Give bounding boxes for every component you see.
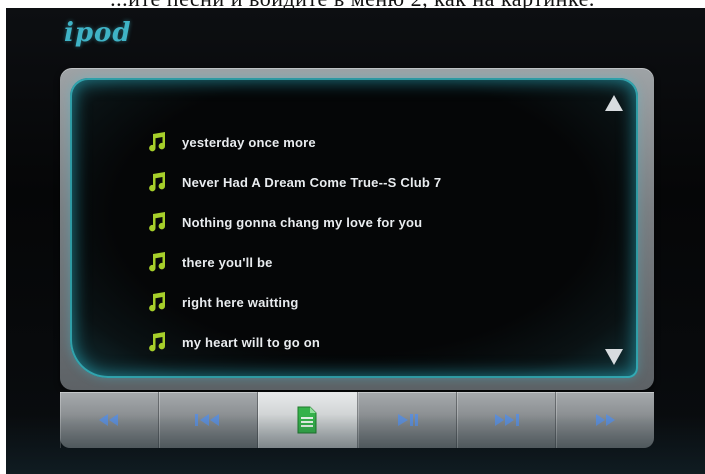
music-note-icon [146, 291, 168, 313]
song-title: yesterday once more [182, 134, 316, 150]
scroll-up-button[interactable] [604, 94, 624, 112]
app-logo: ipod [64, 18, 132, 48]
music-note-icon [146, 171, 168, 193]
song-item[interactable]: Nothing gonna chang my love for you [146, 202, 441, 242]
play-pause-icon [397, 414, 418, 426]
play-pause-button[interactable] [358, 392, 457, 448]
scroll-down-button[interactable] [604, 348, 624, 366]
music-note-icon [146, 331, 168, 353]
triangle-down-icon [605, 349, 623, 365]
playlist-button[interactable] [258, 392, 358, 448]
rewind-button[interactable] [60, 392, 160, 448]
rewind-icon [99, 414, 119, 426]
song-title: there you'll be [182, 254, 273, 270]
skip-back-icon [195, 414, 220, 426]
transport-controls [60, 392, 654, 448]
document-icon [297, 406, 317, 434]
triangle-up-icon [605, 95, 623, 111]
song-list: yesterday once more Never Had A Dream Co… [146, 122, 441, 362]
ipod-player: ipod yesterday once more Never Had A Dre… [6, 8, 705, 474]
playlist-screen: yesterday once more Never Had A Dream Co… [70, 78, 638, 378]
fast-forward-button[interactable] [556, 392, 654, 448]
song-title: Never Had A Dream Come True--S Club 7 [182, 174, 442, 190]
screen-frame: yesterday once more Never Had A Dream Co… [60, 68, 654, 390]
song-title: my heart will to go on [182, 334, 321, 350]
music-note-icon [146, 211, 168, 233]
song-title: right here waitting [182, 294, 299, 310]
song-title: Nothing gonna chang my love for you [182, 214, 423, 230]
song-item[interactable]: right here waitting [146, 282, 441, 322]
fast-forward-icon [595, 414, 615, 426]
music-note-icon [146, 251, 168, 273]
song-item[interactable]: Never Had A Dream Come True--S Club 7 [146, 162, 441, 202]
music-note-icon [146, 131, 168, 153]
previous-track-button[interactable] [159, 392, 259, 448]
song-item[interactable]: yesterday once more [146, 122, 441, 162]
song-item[interactable]: there you'll be [146, 242, 441, 282]
song-item[interactable]: my heart will to go on [146, 322, 441, 362]
next-track-button[interactable] [457, 392, 556, 448]
skip-forward-icon [494, 414, 519, 426]
